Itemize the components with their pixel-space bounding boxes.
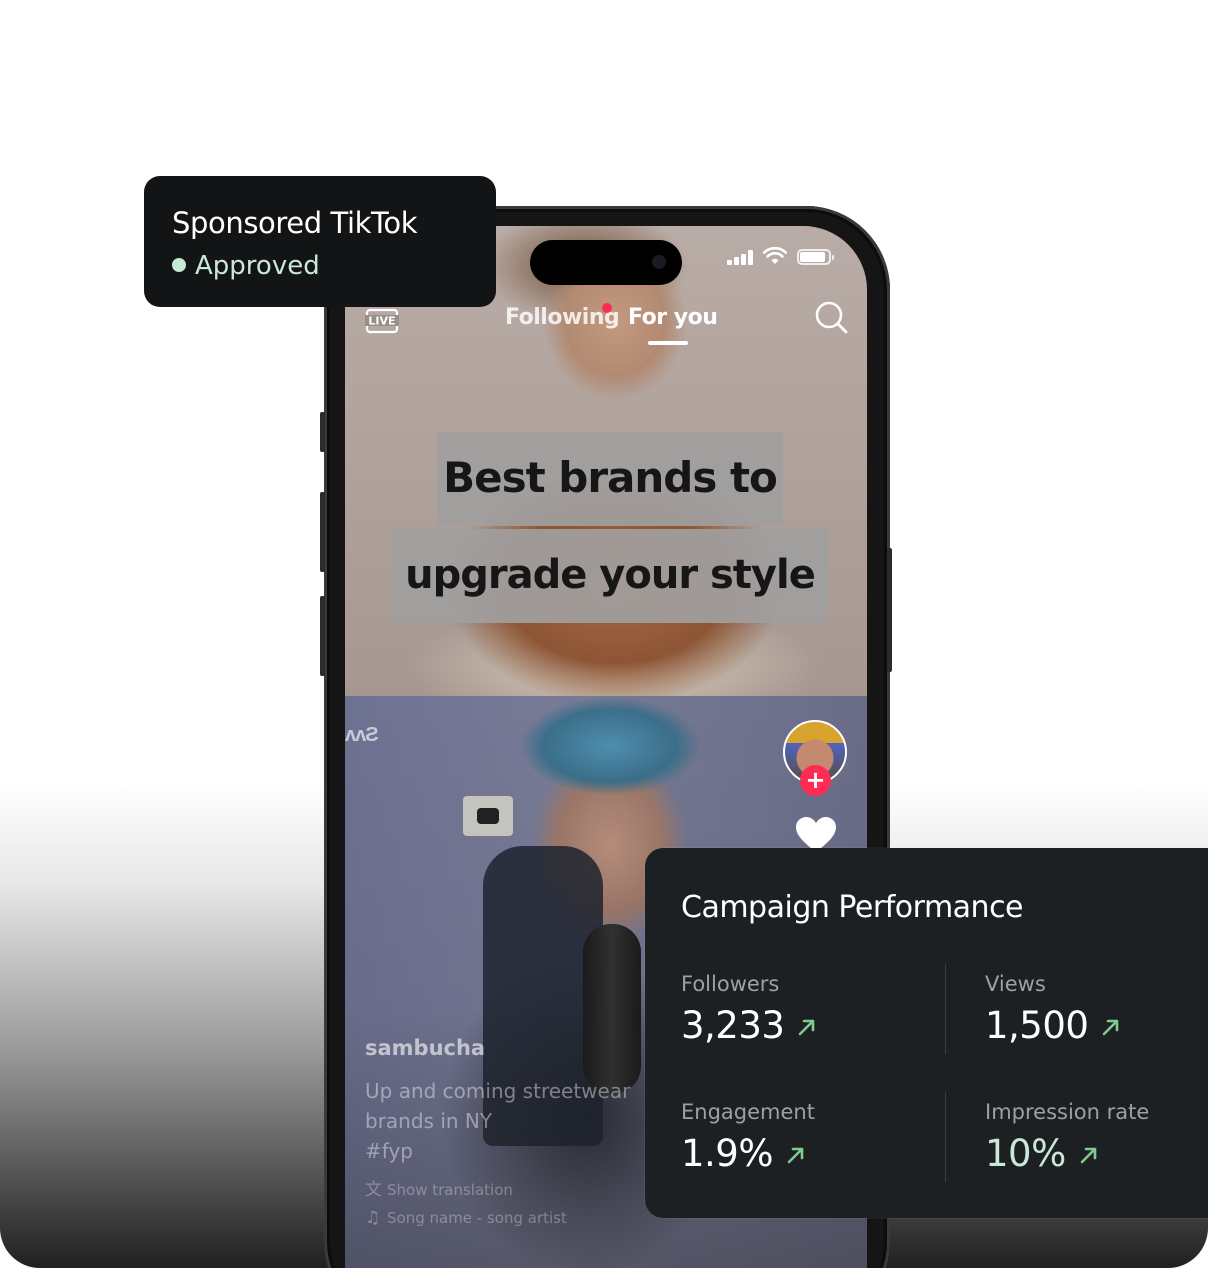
approval-status: Approved: [172, 251, 320, 281]
phone-volume-down-button: [320, 596, 325, 676]
metric-number: 3,233: [681, 1004, 785, 1047]
metric-value: 3,233: [681, 1004, 818, 1047]
wifi-icon: [763, 246, 787, 264]
phone-power-button: [887, 548, 892, 672]
phone-action-button: [320, 412, 325, 452]
music-note-icon: ♫: [365, 1208, 381, 1228]
show-translation-link[interactable]: 文 Show translation: [365, 1175, 513, 1200]
search-icon[interactable]: [813, 299, 849, 335]
song-label: Song name - song artist: [387, 1209, 567, 1227]
microphone: [583, 924, 641, 1094]
metric-value: 1,500: [985, 1004, 1122, 1047]
metric-label: Followers: [681, 972, 780, 996]
song-info[interactable]: ♫ Song name - song artist: [365, 1208, 567, 1228]
live-icon[interactable]: LIVE: [365, 306, 399, 334]
metric-value: 1.9%: [681, 1132, 815, 1175]
campaign-performance-card: Campaign Performance Followers 3,233 Vie…: [645, 848, 1208, 1218]
phone-volume-up-button: [320, 492, 325, 572]
sponsored-title: Sponsored TikTok: [172, 206, 418, 240]
metric-label: Impression rate: [985, 1100, 1150, 1124]
column-divider: [945, 1092, 946, 1182]
trend-up-icon: [1103, 1019, 1119, 1036]
tab-for-you[interactable]: For you: [628, 305, 718, 330]
metric-impression-rate: Impression rate 10%: [985, 1100, 1149, 1175]
card-title: Campaign Performance: [681, 890, 1024, 925]
metric-engagement: Engagement 1.9%: [681, 1100, 815, 1175]
description-line-1: Up and coming streetwear: [365, 1079, 631, 1103]
status-label: Approved: [195, 251, 320, 281]
active-tab-indicator: [648, 341, 688, 345]
status-dot: [172, 258, 186, 272]
creator-username[interactable]: sambucha: [365, 1036, 485, 1060]
live-label: LIVE: [368, 315, 395, 328]
metric-number: 10%: [985, 1132, 1066, 1175]
hashtag[interactable]: #fyp: [365, 1136, 655, 1166]
column-divider: [945, 964, 946, 1054]
signal-icon: [727, 249, 755, 265]
translation-label: Show translation: [387, 1181, 513, 1199]
dynamic-island: [530, 240, 682, 285]
caption-line-2: upgrade your style: [392, 529, 828, 623]
wall-plaque: [463, 796, 513, 836]
sponsored-status-card: Sponsored TikTok Approved: [144, 176, 496, 307]
metric-label: Engagement: [681, 1100, 815, 1124]
translate-icon: 文: [365, 1180, 382, 1200]
trend-up-icon: [787, 1147, 804, 1164]
metric-number: 1.9%: [681, 1132, 774, 1175]
metric-followers: Followers 3,233: [681, 972, 818, 1047]
metric-value: 10%: [985, 1132, 1149, 1175]
video-description: Up and coming streetwear brands in NY #f…: [365, 1076, 655, 1166]
metric-number: 1,500: [985, 1004, 1089, 1047]
description-line-2: brands in NY: [365, 1109, 493, 1133]
neon-sign: ᴧᴧƧ: [345, 724, 379, 746]
trend-up-icon: [799, 1019, 815, 1036]
notification-dot: [602, 303, 612, 313]
trend-up-icon: [1080, 1147, 1097, 1164]
metric-views: Views 1,500: [985, 972, 1122, 1047]
metric-label: Views: [985, 972, 1046, 996]
follow-plus-icon[interactable]: +: [800, 765, 831, 796]
battery-icon: [797, 249, 834, 265]
caption-line-1: Best brands to: [437, 432, 783, 526]
